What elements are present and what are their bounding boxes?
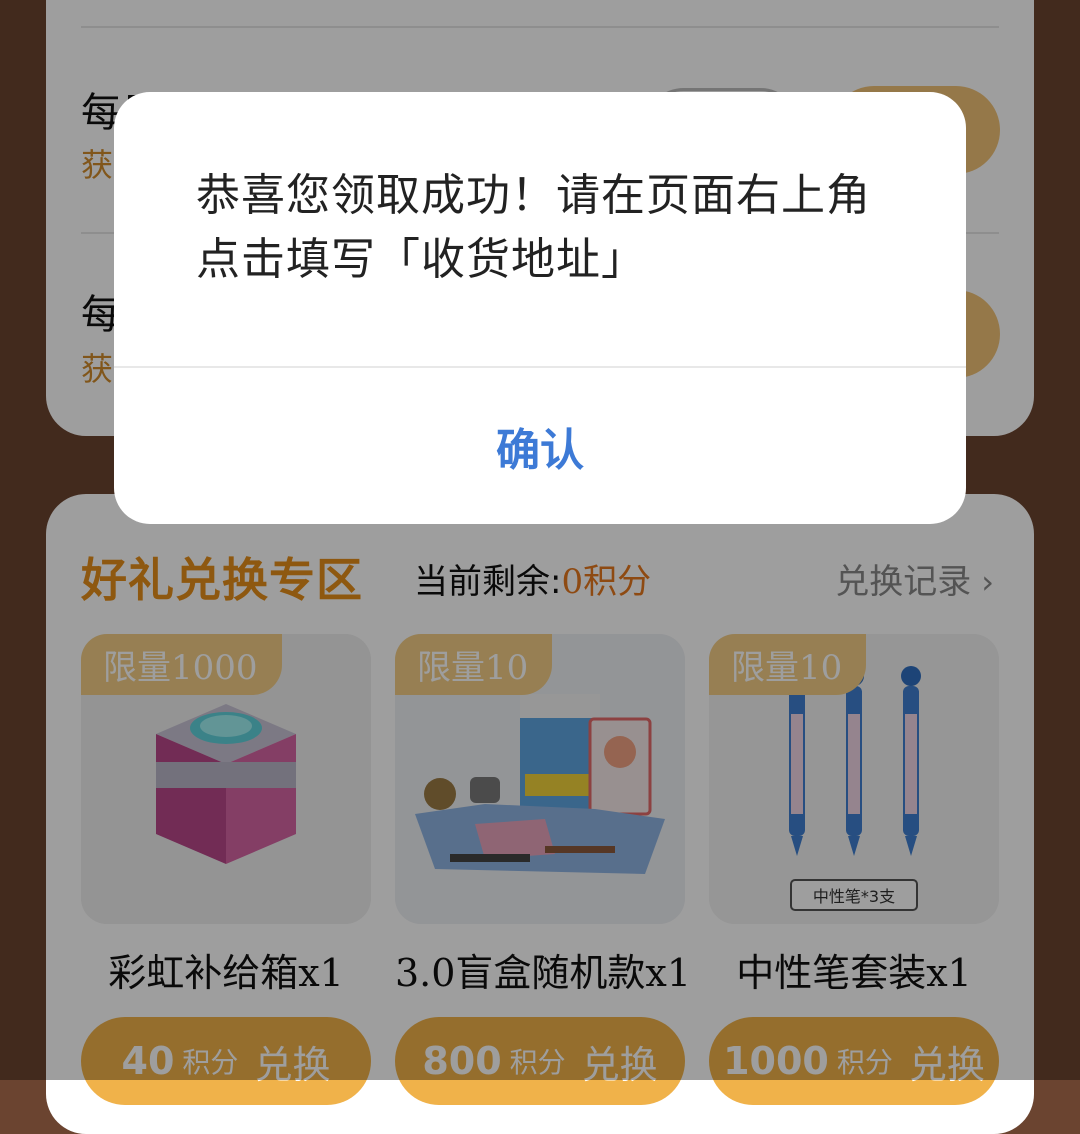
dialog-message: 恭喜您领取成功！请在页面右上角点击填写「收货地址」 [196,170,871,285]
confirm-button[interactable]: 确认 [114,368,966,524]
success-dialog: 恭喜您领取成功！请在页面右上角点击填写「收货地址」 确认 [114,92,966,524]
